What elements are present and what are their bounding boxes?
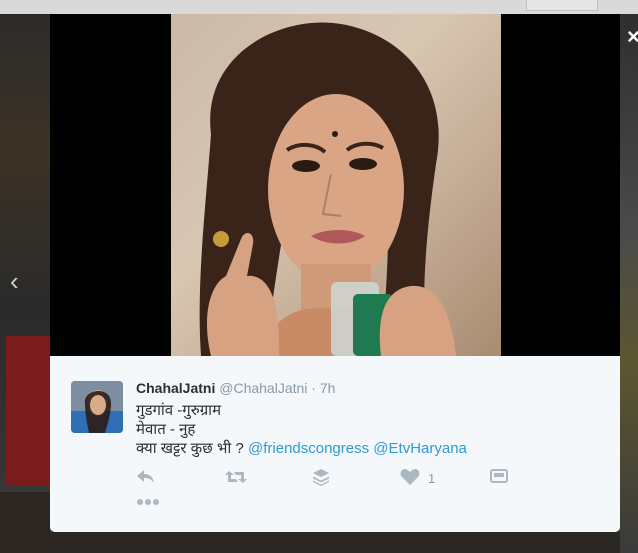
heart-icon[interactable] (400, 468, 420, 488)
timestamp[interactable]: 7h (320, 380, 336, 396)
background-poster (6, 336, 50, 486)
more-icon[interactable] (136, 493, 160, 511)
background-left-strip (0, 14, 50, 553)
mention-link[interactable]: @EtvHaryana (373, 440, 467, 457)
tweet-header: ChahalJatni @ChahalJatni · 7h (136, 380, 335, 396)
background-page-header (0, 0, 638, 14)
tweet-line: क्या खट्टर कुछ भी ? @friendscongress @Et… (136, 439, 606, 458)
retweet-icon[interactable] (224, 468, 248, 488)
reply-icon[interactable] (136, 468, 156, 488)
background-image (0, 492, 50, 553)
tweet-text: गुडगांव -गुरुग्राम मेवात - नुह क्या खट्ट… (136, 401, 606, 458)
like-count: 1 (428, 471, 436, 486)
media-viewer (50, 14, 620, 356)
background-tab (526, 0, 598, 11)
tweet-actions: 1 (136, 468, 616, 488)
layers-icon[interactable] (312, 468, 330, 488)
background-right-strip (620, 14, 638, 553)
background-bottom-strip (50, 532, 620, 553)
avatar[interactable] (71, 381, 123, 433)
header-separator: · (311, 380, 316, 396)
tweet-line: मेवात - नुह (136, 421, 196, 438)
card-icon[interactable] (490, 468, 508, 488)
username[interactable]: @ChahalJatni (219, 380, 307, 396)
tweet-card: ChahalJatni @ChahalJatni · 7h गुडगांव -ग… (50, 356, 620, 532)
tweet-line-text: क्या खट्टर कुछ भी ? (136, 440, 244, 457)
display-name[interactable]: ChahalJatni (136, 380, 215, 396)
tweet-line: गुडगांव -गुरुग्राम (136, 402, 222, 419)
photo-illustration (199, 22, 456, 356)
previous-arrow-icon[interactable]: ‹ (10, 268, 19, 294)
tweet-photo[interactable] (171, 14, 501, 356)
close-icon[interactable]: × (627, 26, 638, 48)
mention-link[interactable]: @friendscongress (248, 440, 369, 457)
